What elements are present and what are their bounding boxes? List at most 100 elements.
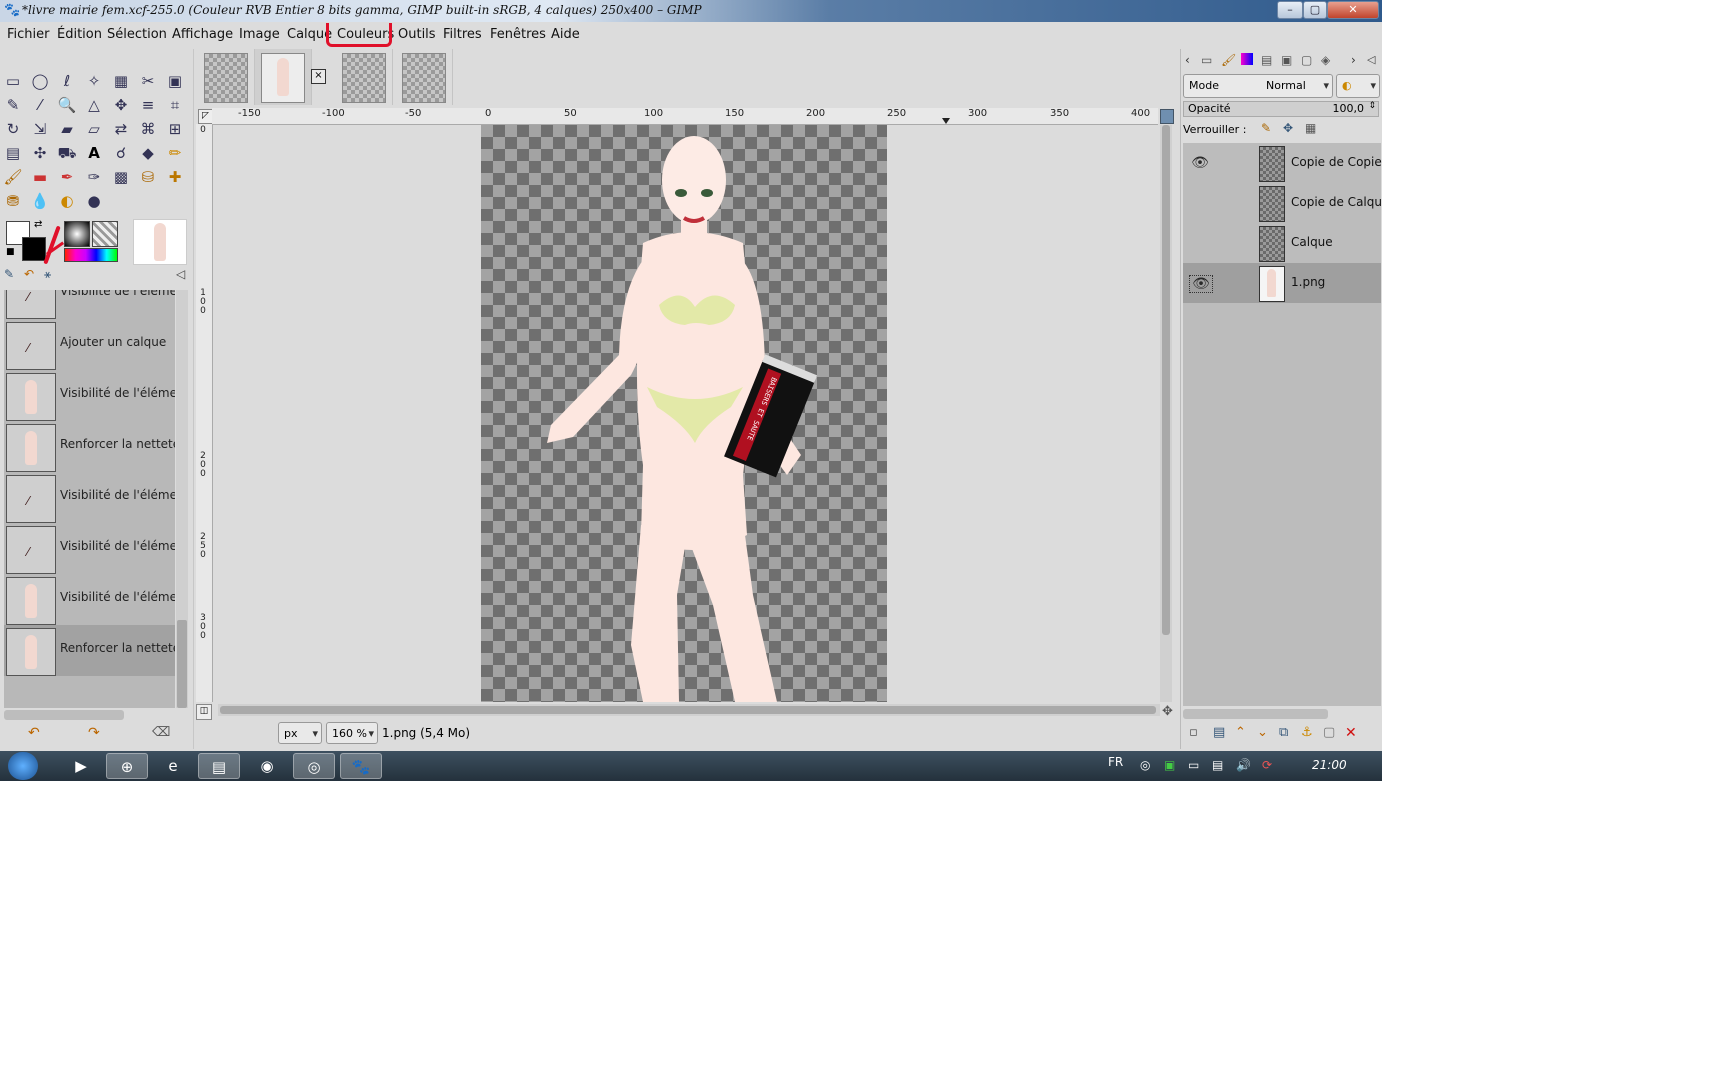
lock-position-icon[interactable]: ✥ <box>1283 121 1293 135</box>
eye-hidden-slot[interactable] <box>1189 195 1211 211</box>
fonts-tab-icon[interactable]: ▣ <box>1281 53 1292 67</box>
canvas-vscrollbar[interactable] <box>1160 125 1172 702</box>
blend-icon[interactable]: ◆ <box>137 142 159 164</box>
menu-aide[interactable]: Aide <box>551 27 580 42</box>
brushes-tab-icon[interactable]: 🖌 <box>1221 53 1236 67</box>
channels-tab-icon[interactable]: ▤ <box>1261 53 1272 67</box>
navigate-icon[interactable] <box>1160 109 1174 124</box>
layer-row-selected[interactable]: 👁 1.png <box>1183 263 1381 303</box>
paths-tab-icon[interactable]: ▢ <box>1301 53 1312 67</box>
eye-icon[interactable]: 👁 <box>1189 275 1213 293</box>
close-tab-icon[interactable]: × <box>311 69 326 84</box>
color-select-icon[interactable]: ▦ <box>110 70 132 92</box>
pencil-icon[interactable]: ✏ <box>164 142 186 164</box>
layer-name[interactable]: Copie de Copie <box>1291 155 1382 169</box>
menu-image[interactable]: Image <box>239 27 280 42</box>
ie-icon[interactable]: e <box>152 753 194 779</box>
layer-mask-icon[interactable]: ▢ <box>1323 725 1335 740</box>
folder-icon[interactable]: ▤ <box>198 753 240 779</box>
swap-colors-icon[interactable]: ⇄ <box>34 219 42 230</box>
patterns-tab-icon[interactable]: ◈ <box>1321 53 1330 67</box>
menu-filtres[interactable]: Filtres <box>443 27 482 42</box>
explorer-icon[interactable]: ⊕ <box>106 753 148 779</box>
delete-layer-icon[interactable]: ✕ <box>1345 725 1357 741</box>
paths-icon[interactable]: ✎ <box>2 94 24 116</box>
heal-icon[interactable]: ✚ <box>164 166 186 188</box>
media-player-icon[interactable]: ▶ <box>60 753 102 779</box>
firefox-icon[interactable]: ◉ <box>246 753 288 779</box>
crop-icon[interactable]: ⌗ <box>164 94 186 116</box>
layer-row[interactable]: Calque <box>1183 223 1381 263</box>
chrome-tray-icon[interactable]: ◎ <box>1140 758 1150 772</box>
zoom-icon[interactable]: 🔍 <box>56 94 78 116</box>
quick-mask-corner-icon[interactable]: ◸ <box>198 109 213 124</box>
layer-row[interactable]: 👁 Copie de Copie <box>1183 143 1382 183</box>
image-tab-3[interactable] <box>336 49 393 105</box>
paintbrush-icon[interactable]: 🖌 <box>2 166 24 188</box>
new-layer-icon[interactable]: ▫ <box>1189 725 1198 740</box>
scale-icon[interactable]: ⇲ <box>29 118 51 140</box>
language-indicator[interactable]: FR <box>1108 755 1123 769</box>
lock-alpha-icon[interactable]: ▦ <box>1305 121 1316 135</box>
clear-history-icon[interactable]: ⌫ <box>152 725 170 740</box>
raise-layer-icon[interactable]: ⌃ <box>1235 725 1246 740</box>
network-tray-icon[interactable]: ▤ <box>1212 758 1223 772</box>
align-icon[interactable]: ≡ <box>137 94 159 116</box>
undo-item[interactable]: Visibilité de l'éléme <box>4 370 175 421</box>
navigate-canvas-icon[interactable]: ✥ <box>1162 704 1173 719</box>
shear-icon[interactable]: ▰ <box>56 118 78 140</box>
rect-select-icon[interactable]: ▭ <box>2 70 24 92</box>
eye-icon[interactable]: 👁 <box>1189 155 1211 171</box>
volume-tray-icon[interactable]: 🔊 <box>1236 758 1251 772</box>
menu-affichage[interactable]: Affichage <box>172 27 233 42</box>
lock-pixels-icon[interactable]: ✎ <box>1261 121 1271 135</box>
cage-icon[interactable]: ⌘ <box>137 118 159 140</box>
smudge-icon[interactable]: ☌ <box>110 142 132 164</box>
layer-name[interactable]: 1.png <box>1291 275 1325 289</box>
lower-layer-icon[interactable]: ⌄ <box>1257 725 1268 740</box>
undo-item[interactable]: ⁄ Visibilité de l'éléme <box>4 523 175 574</box>
quick-mask-toggle-icon[interactable]: ◫ <box>196 704 212 720</box>
composite-mode-selector[interactable]: ◐ ▾ <box>1336 74 1380 98</box>
start-button[interactable] <box>8 752 38 780</box>
images-tab-icon[interactable]: ⚹ <box>44 267 51 282</box>
image-tab-1[interactable] <box>198 49 255 105</box>
tab-menu-icon[interactable]: ◁ <box>176 267 185 281</box>
foreground-color-swatch[interactable] <box>22 237 46 261</box>
canvas-hscrollbar[interactable] <box>218 704 1160 716</box>
measure-icon[interactable]: △ <box>83 94 105 116</box>
mypaint-brush-icon[interactable]: ▩ <box>110 166 132 188</box>
blur-icon[interactable]: 💧 <box>29 190 51 212</box>
undo-item[interactable]: ⁄ Ajouter un calque <box>4 319 175 370</box>
gradient-preview[interactable] <box>64 248 118 262</box>
rotate-icon[interactable]: ↻ <box>2 118 24 140</box>
ellipse-select-icon[interactable]: ◯ <box>29 70 51 92</box>
perspective-icon[interactable]: ▱ <box>83 118 105 140</box>
scissors-icon[interactable]: ✂ <box>137 70 159 92</box>
image-tab-2-active[interactable]: × <box>255 49 326 105</box>
undo-scrollbar[interactable] <box>176 290 188 708</box>
perspective-clone-icon[interactable]: ⛃ <box>2 190 24 212</box>
handle-transform-icon[interactable]: ✣ <box>29 142 51 164</box>
flip-icon[interactable]: ⇄ <box>110 118 132 140</box>
duplicate-layer-icon[interactable]: ⧉ <box>1279 725 1288 740</box>
zoom-selector[interactable]: 160 % ▾ <box>326 722 378 744</box>
canvas-vscroll-thumb[interactable] <box>1162 125 1170 635</box>
gimp-taskbar-icon[interactable]: 🐾 <box>340 753 382 779</box>
active-image-preview[interactable] <box>133 219 187 265</box>
opacity-slider[interactable]: Opacité 100,0 ⇕ <box>1183 101 1379 117</box>
menu-outils[interactable]: Outils <box>398 27 436 42</box>
minimize-button[interactable]: – <box>1277 1 1303 19</box>
layer-row[interactable]: Copie de Calque <box>1183 183 1382 223</box>
undo-icon[interactable]: ↶ <box>28 725 40 741</box>
ink-icon[interactable]: ✑ <box>83 166 105 188</box>
canvas-area[interactable]: BAISERS ET SAUTE <box>213 125 1158 702</box>
undo-item-selected[interactable]: Renforcer la netteté <box>4 625 175 676</box>
layers-hscrollbar[interactable] <box>1183 709 1328 719</box>
tool-options-tab-icon[interactable]: ✎ <box>4 267 14 281</box>
text-tool-icon[interactable]: A <box>83 142 105 164</box>
chrome-icon[interactable]: ◎ <box>293 753 335 779</box>
menu-selection[interactable]: Sélection <box>107 27 167 42</box>
bucket-fill-icon[interactable]: ⛟ <box>56 142 78 164</box>
undo-history-tab-icon[interactable]: ↶ <box>24 267 34 281</box>
